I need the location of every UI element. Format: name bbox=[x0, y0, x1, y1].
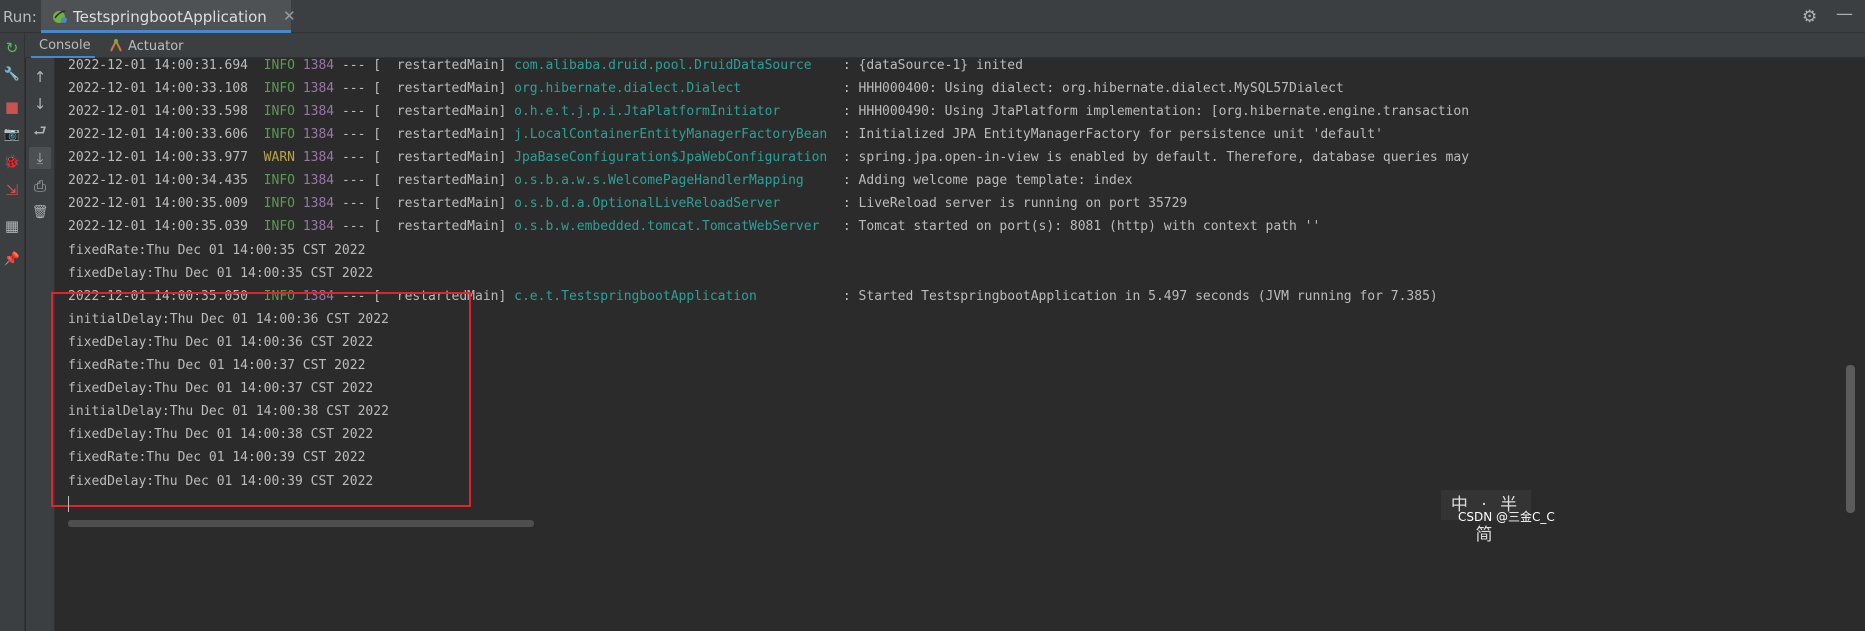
run-toolbar: ↻ 🔧 ■ 📷 🐞 ⇲ ▦ 📌 bbox=[0, 33, 25, 631]
up-arrow-icon[interactable]: ↑ bbox=[29, 66, 51, 88]
output-line: initialDelay:Thu Dec 01 14:00:36 CST 202… bbox=[68, 312, 389, 327]
print-icon[interactable]: ⎙ bbox=[29, 175, 51, 197]
log-line: 2022-12-01 14:00:35.009 INFO 1384 --- [ … bbox=[68, 196, 1188, 211]
pin-icon[interactable]: 📌 bbox=[2, 250, 22, 270]
gear-icon[interactable]: ⚙ bbox=[1802, 7, 1817, 27]
log-line: 2022-12-01 14:00:33.606 INFO 1384 --- [ … bbox=[68, 127, 1383, 142]
camera-icon[interactable]: 📷 bbox=[2, 125, 22, 145]
output-line: fixedRate:Thu Dec 01 14:00:37 CST 2022 bbox=[68, 358, 366, 373]
actuator-icon bbox=[110, 38, 122, 52]
output-line: fixedRate:Thu Dec 01 14:00:35 CST 2022 bbox=[68, 243, 366, 258]
minimize-icon[interactable]: — bbox=[1836, 4, 1853, 24]
console-output[interactable]: 2022-12-01 14:00:31.694 INFO 1384 --- [ … bbox=[55, 58, 1865, 631]
trash-icon[interactable]: 🗑 bbox=[29, 202, 51, 224]
text-cursor bbox=[68, 496, 69, 512]
scroll-to-end-icon[interactable]: ⤓ bbox=[29, 147, 51, 169]
log-line: 2022-12-01 14:00:33.598 INFO 1384 --- [ … bbox=[68, 104, 1470, 119]
run-label: Run: bbox=[3, 8, 37, 26]
run-tool-window-header: Run: TestspringbootApplication ✕ ⚙ — bbox=[0, 0, 1865, 33]
output-line: fixedRate:Thu Dec 01 14:00:39 CST 2022 bbox=[68, 450, 366, 465]
tab-actuator-label: Actuator bbox=[128, 39, 184, 54]
log-line: 2022-12-01 14:00:33.108 INFO 1384 --- [ … bbox=[68, 81, 1344, 96]
console-toolbar: ↑ ↓ ⮐ ⤓ ⎙ 🗑 bbox=[26, 58, 55, 631]
output-line: fixedDelay:Thu Dec 01 14:00:37 CST 2022 bbox=[68, 381, 374, 396]
output-line: fixedDelay:Thu Dec 01 14:00:36 CST 2022 bbox=[68, 335, 374, 350]
csdn-watermark: CSDN @三金C_C bbox=[1458, 510, 1555, 524]
run-tab-testspringbootapplication[interactable]: TestspringbootApplication ✕ bbox=[41, 0, 296, 33]
exit-icon[interactable]: ⇲ bbox=[2, 180, 22, 200]
log-line: 2022-12-01 14:00:35.039 INFO 1384 --- [ … bbox=[68, 219, 1321, 234]
log-line: 2022-12-01 14:00:34.435 INFO 1384 --- [ … bbox=[68, 173, 1133, 188]
output-line: initialDelay:Thu Dec 01 14:00:38 CST 202… bbox=[68, 404, 389, 419]
log-line: 2022-12-01 14:00:33.977 WARN 1384 --- [ … bbox=[68, 150, 1470, 165]
horizontal-scrollbar[interactable] bbox=[68, 520, 534, 527]
output-line: fixedDelay:Thu Dec 01 14:00:39 CST 2022 bbox=[68, 474, 374, 489]
spring-app-icon bbox=[53, 10, 67, 23]
output-line: fixedDelay:Thu Dec 01 14:00:38 CST 2022 bbox=[68, 427, 374, 442]
tab-console[interactable]: Console bbox=[39, 38, 91, 53]
debug-bug-icon[interactable]: 🐞 bbox=[2, 153, 22, 173]
close-icon[interactable]: ✕ bbox=[283, 7, 296, 25]
rerun-icon[interactable]: ↻ bbox=[2, 38, 22, 58]
log-line: 2022-12-01 14:00:31.694 INFO 1384 --- [ … bbox=[68, 58, 1023, 73]
stop-icon[interactable]: ■ bbox=[2, 97, 22, 117]
down-arrow-icon[interactable]: ↓ bbox=[29, 93, 51, 115]
console-subtabs: Console Actuator bbox=[25, 33, 1865, 58]
log-line: 2022-12-01 14:00:35.050 INFO 1384 --- [ … bbox=[68, 289, 1438, 304]
output-line: fixedDelay:Thu Dec 01 14:00:35 CST 2022 bbox=[68, 266, 374, 281]
tab-actuator[interactable]: Actuator bbox=[109, 38, 184, 54]
vertical-scrollbar[interactable] bbox=[1846, 365, 1855, 513]
soft-wrap-icon[interactable]: ⮐ bbox=[29, 120, 51, 142]
layout-icon[interactable]: ▦ bbox=[2, 216, 22, 236]
wrench-icon[interactable]: 🔧 bbox=[2, 65, 22, 85]
run-tab-title: TestspringbootApplication bbox=[73, 8, 267, 26]
